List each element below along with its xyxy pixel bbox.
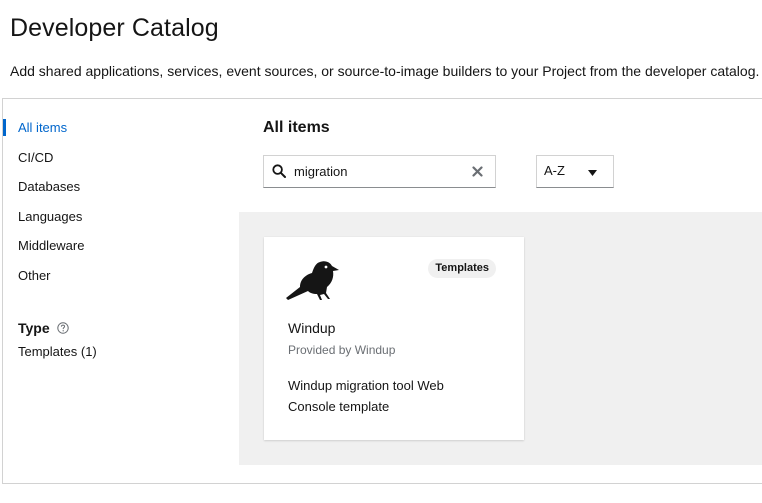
active-indicator (3, 119, 6, 136)
content-title: All items (263, 119, 330, 136)
search-input[interactable] (294, 162, 464, 181)
type-filter-heading: Type (18, 320, 69, 336)
bird-icon (286, 261, 339, 300)
sidebar-item-all-items[interactable]: All items (18, 120, 67, 135)
card-description: Windup migration tool Web Console templa… (288, 378, 444, 414)
type-filter-templates[interactable]: Templates (1) (18, 344, 97, 359)
clear-icon[interactable] (472, 166, 483, 177)
sort-selected-value: A-Z (544, 163, 565, 178)
help-icon[interactable] (56, 322, 69, 334)
search-icon (272, 164, 286, 178)
sidebar-item-other[interactable]: Other (18, 268, 51, 283)
card-provider: Provided by Windup (288, 343, 396, 357)
page-description: Add shared applications, services, event… (10, 63, 760, 79)
sidebar-item-ci-cd[interactable]: CI/CD (18, 150, 53, 165)
catalog-content: All items A-Z Tem (239, 99, 762, 483)
type-heading-label: Type (18, 320, 50, 336)
sidebar-item-middleware[interactable]: Middleware (18, 238, 84, 253)
card-badge: Templates (428, 259, 496, 278)
catalog-gallery: Templates Windup Provided by Windup Wind… (239, 212, 762, 465)
page-title: Developer Catalog (10, 14, 219, 42)
search-box (263, 155, 496, 188)
caret-down-icon (588, 170, 597, 176)
sidebar-item-databases[interactable]: Databases (18, 179, 80, 194)
category-sidebar: All items CI/CD Databases Languages Midd… (3, 99, 239, 483)
catalog-panel: All items CI/CD Databases Languages Midd… (2, 98, 762, 484)
catalog-card-windup[interactable]: Templates Windup Provided by Windup Wind… (264, 237, 524, 440)
card-title: Windup (288, 320, 336, 336)
sidebar-item-languages[interactable]: Languages (18, 209, 82, 224)
sort-dropdown[interactable]: A-Z (536, 155, 614, 188)
